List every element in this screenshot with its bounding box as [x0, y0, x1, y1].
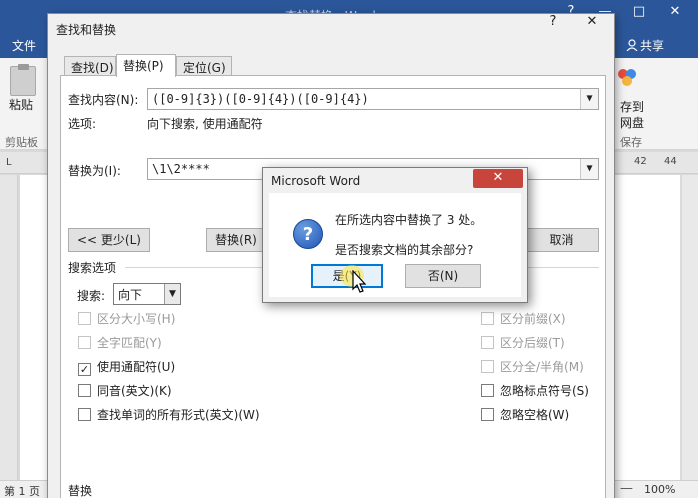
find-what-input[interactable]: ([0-9]{3})([0-9]{4})([0-9]{4}) ▼	[147, 88, 599, 110]
search-options-heading: 搜索选项	[68, 261, 117, 275]
search-direction-label: 搜索:	[77, 289, 106, 303]
share-button[interactable]: 共享	[622, 35, 668, 55]
option-label: 区分后缀(T)	[500, 336, 565, 350]
vertical-scrollbar[interactable]	[682, 175, 698, 480]
options-value: 向下搜索, 使用通配符	[147, 117, 263, 131]
option-label: 全字匹配(Y)	[97, 336, 162, 350]
option-label: 使用通配符(U)	[97, 360, 176, 374]
checkbox[interactable]	[481, 360, 494, 373]
vertical-ruler	[0, 175, 18, 480]
replace-with-label: 替换为(I):	[68, 164, 121, 178]
person-icon	[626, 39, 638, 52]
message-box-title: Microsoft Word	[271, 174, 361, 188]
cloud-save-icon[interactable]	[614, 66, 640, 90]
find-what-value: ([0-9]{3})([0-9]{4})([0-9]{4})	[152, 92, 369, 106]
message-box: Microsoft Word ✕ ? 在所选内容中替换了 3 处。 是否搜索文档…	[262, 167, 528, 303]
chevron-down-icon[interactable]: ▼	[164, 284, 180, 304]
option-match-suffix[interactable]: 区分后缀(T)	[481, 334, 565, 352]
option-whole-word[interactable]: 全字匹配(Y)	[78, 334, 162, 352]
zoom-out-button[interactable]: —	[620, 481, 633, 496]
checkbox[interactable]	[481, 384, 494, 397]
tab-replace[interactable]: 替换(P)	[116, 54, 176, 77]
option-label: 区分大小写(H)	[97, 312, 176, 326]
option-label: 查找单词的所有形式(英文)(W)	[97, 408, 260, 422]
option-ignore-spaces[interactable]: 忽略空格(W)	[481, 406, 569, 424]
paste-button-label[interactable]: 粘贴	[9, 96, 33, 113]
cancel-button[interactable]: 取消	[524, 228, 599, 252]
option-sounds-like[interactable]: 同音(英文)(K)	[78, 382, 172, 400]
checkbox-checked[interactable]: ✓	[78, 363, 91, 376]
option-label: 区分前缀(X)	[500, 312, 566, 326]
message-box-body: ? 在所选内容中替换了 3 处。 是否搜索文档的其余部分? 是(Y) 否(N)	[269, 193, 521, 297]
share-label: 共享	[640, 39, 665, 53]
message-box-close-button[interactable]: ✕	[473, 169, 523, 188]
dialog-title: 查找和替换	[56, 23, 117, 37]
ruler-number: 42	[634, 156, 647, 167]
chevron-down-icon[interactable]: ▼	[580, 89, 598, 109]
replace-section-heading: 替换	[68, 484, 93, 498]
checkbox[interactable]	[78, 312, 91, 325]
question-icon: ?	[293, 219, 323, 249]
option-label: 区分全/半角(M)	[500, 360, 584, 374]
checkbox[interactable]	[481, 408, 494, 421]
option-ignore-punctuation[interactable]: 忽略标点符号(S)	[481, 382, 589, 400]
option-all-word-forms[interactable]: 查找单词的所有形式(英文)(W)	[78, 406, 260, 424]
tab-selector[interactable]: L	[6, 157, 12, 168]
save-label-line2: 网盘	[620, 116, 645, 130]
chevron-down-icon[interactable]: ▼	[580, 159, 598, 179]
message-text-replaced: 在所选内容中替换了 3 处。	[335, 213, 483, 227]
option-label: 忽略标点符号(S)	[500, 384, 589, 398]
tab-find[interactable]: 查找(D)	[64, 56, 116, 76]
less-options-button[interactable]: << 更少(L)	[68, 228, 150, 252]
options-label: 选项:	[68, 117, 97, 131]
checkbox[interactable]	[481, 312, 494, 325]
checkbox[interactable]	[481, 336, 494, 349]
option-use-wildcards[interactable]: ✓ 使用通配符(U)	[78, 358, 175, 376]
zoom-level[interactable]: 100%	[644, 483, 675, 496]
tab-goto[interactable]: 定位(G)	[176, 56, 232, 76]
page-indicator[interactable]: 第 1 页	[4, 483, 40, 498]
option-match-case[interactable]: 区分大小写(H)	[78, 310, 175, 328]
no-button[interactable]: 否(N)	[405, 264, 481, 288]
ruler-number: 44	[664, 156, 677, 167]
save-group-label: 保存	[620, 136, 642, 149]
search-direction-value: 向下	[118, 288, 143, 302]
option-match-width[interactable]: 区分全/半角(M)	[481, 358, 584, 376]
option-match-prefix[interactable]: 区分前缀(X)	[481, 310, 566, 328]
option-label: 同音(英文)(K)	[97, 384, 172, 398]
dialog-close-button[interactable]: ✕	[570, 14, 614, 34]
clipboard-icon[interactable]	[10, 64, 36, 96]
clipboard-group-label: 剪贴板	[5, 136, 38, 149]
search-direction-select[interactable]: 向下 ▼	[113, 283, 181, 305]
file-tab[interactable]: 文件	[12, 37, 36, 54]
message-text-continue: 是否搜索文档的其余部分?	[335, 243, 474, 257]
checkbox[interactable]	[78, 384, 91, 397]
replace-with-value: \1\2****	[152, 162, 210, 176]
checkbox[interactable]	[78, 408, 91, 421]
dialog-help-button[interactable]: ?	[540, 14, 566, 34]
save-label-line1: 存到	[620, 100, 645, 114]
checkbox[interactable]	[78, 336, 91, 349]
close-window-button[interactable]: ✕	[664, 4, 686, 19]
find-what-label: 查找内容(N):	[68, 93, 139, 107]
maximize-button[interactable]: □	[628, 4, 650, 19]
mouse-cursor-icon	[352, 270, 367, 293]
option-label: 忽略空格(W)	[500, 408, 570, 422]
replace-button[interactable]: 替换(R)	[206, 228, 266, 252]
